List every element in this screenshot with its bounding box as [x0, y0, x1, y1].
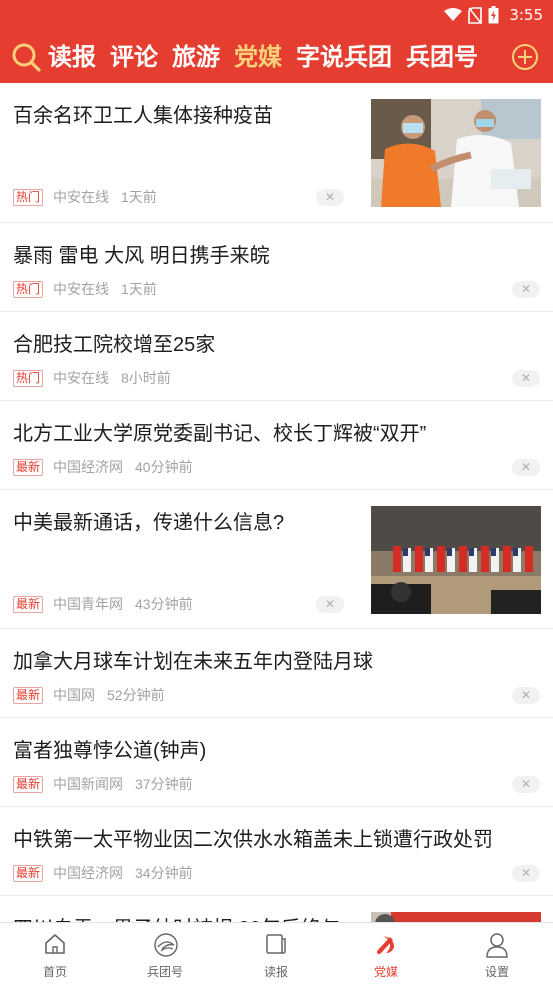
- news-meta: 最新 中国新闻网 37分钟前: [13, 774, 193, 794]
- news-meta: 最新 中国网 52分钟前: [13, 685, 165, 705]
- search-icon[interactable]: [10, 41, 42, 73]
- news-title[interactable]: 中美最新通话，传递什么信息?: [13, 506, 284, 535]
- news-meta: 最新 中国经济网 40分钟前: [13, 457, 193, 477]
- news-title[interactable]: 暴雨 雷电 大风 明日携手来皖: [13, 239, 270, 268]
- news-time: 52分钟前: [107, 687, 165, 703]
- tab-pinglun[interactable]: 评论: [110, 31, 158, 83]
- vaccination-photo: [371, 99, 541, 207]
- news-time: 8小时前: [121, 370, 171, 386]
- news-meta: 最新 中国青年网 43分钟前: [13, 594, 193, 614]
- news-feed: 百余名环卫工人集体接种疫苗 热门 中安在线 1天前 ✕ 暴雨 雷电 大风 明日携…: [0, 83, 553, 922]
- news-title[interactable]: 四川自贡：男子幼时被拐 32年后终与: [13, 912, 341, 922]
- tab-dubao[interactable]: 读报: [48, 31, 96, 83]
- hot-badge: 热门: [13, 188, 44, 206]
- news-time: 37分钟前: [135, 776, 193, 792]
- news-time: 43分钟前: [135, 596, 193, 612]
- news-item[interactable]: 中美最新通话，传递什么信息? 最新 中国青年网 43分钟前 ✕: [0, 490, 553, 629]
- new-badge: 最新: [13, 686, 44, 704]
- news-source: 中安在线: [53, 281, 110, 297]
- dismiss-button[interactable]: ✕: [512, 865, 540, 882]
- hot-badge: 热门: [13, 280, 44, 298]
- dismiss-button[interactable]: ✕: [512, 459, 540, 476]
- news-item[interactable]: 合肥技工院校增至25家 热门 中安在线 8小时前 ✕: [0, 312, 553, 401]
- dismiss-button[interactable]: ✕: [512, 776, 540, 793]
- dismiss-button[interactable]: ✕: [512, 370, 540, 387]
- tab-bingtuanhao[interactable]: 兵团号: [406, 31, 478, 83]
- news-source: 中国网: [53, 687, 96, 703]
- news-meta: 热门 中安在线 1天前: [13, 187, 157, 207]
- new-badge: 最新: [13, 595, 44, 613]
- news-time: 1天前: [121, 189, 157, 205]
- flags-press-photo: [371, 506, 541, 614]
- bingtuan-logo-icon: [154, 933, 178, 957]
- tab-home[interactable]: 首页: [0, 923, 110, 984]
- news-source: 中国经济网: [53, 865, 124, 881]
- tab-dubao-label: 读报: [263, 965, 288, 979]
- tab-lvyou[interactable]: 旅游: [172, 31, 220, 83]
- no-sim-icon: [468, 6, 483, 24]
- battery-icon: [488, 6, 499, 24]
- dismiss-button[interactable]: ✕: [512, 687, 540, 704]
- news-time: 40分钟前: [135, 459, 193, 475]
- tab-dangmei-label: 党媒: [373, 965, 398, 979]
- news-time: 34分钟前: [135, 865, 193, 881]
- news-title[interactable]: 百余名环卫工人集体接种疫苗: [13, 99, 273, 128]
- status-time: 3:55: [509, 6, 543, 24]
- new-badge: 最新: [13, 775, 44, 793]
- news-source: 中国经济网: [53, 459, 124, 475]
- news-item[interactable]: 暴雨 雷电 大风 明日携手来皖 热门 中安在线 1天前 ✕: [0, 223, 553, 312]
- party-emblem-icon: [377, 936, 394, 954]
- news-source: 中安在线: [53, 189, 110, 205]
- home-icon: [45, 934, 65, 954]
- channel-tabs: 读报 评论 旅游 党媒 字说兵团 兵团号: [48, 31, 498, 83]
- news-item[interactable]: 北方工业大学原党委副书记、校长丁辉被“双开” 最新 中国经济网 40分钟前 ✕: [0, 401, 553, 490]
- status-icons: 3:55: [444, 5, 543, 25]
- news-item[interactable]: 中铁第一太平物业因二次供水水箱盖未上锁遭行政处罚 最新 中国经济网 34分钟前 …: [0, 807, 553, 896]
- new-badge: 最新: [13, 458, 44, 476]
- news-item[interactable]: 加拿大月球车计划在未来五年内登陆月球 最新 中国网 52分钟前 ✕: [0, 629, 553, 718]
- status-bar: 3:55: [0, 0, 553, 31]
- news-title[interactable]: 加拿大月球车计划在未来五年内登陆月球: [13, 645, 373, 674]
- dismiss-button[interactable]: ✕: [316, 596, 344, 613]
- news-thumbnail[interactable]: [371, 506, 541, 614]
- news-time: 1天前: [121, 281, 157, 297]
- person-icon: [486, 933, 508, 958]
- wifi-icon: [444, 8, 463, 21]
- news-thumbnail[interactable]: [371, 912, 541, 922]
- news-title[interactable]: 富者独尊悖公道(钟声): [13, 734, 206, 763]
- news-item[interactable]: 百余名环卫工人集体接种疫苗 热门 中安在线 1天前 ✕: [0, 83, 553, 223]
- news-thumbnail[interactable]: [371, 99, 541, 207]
- tab-home-label: 首页: [42, 965, 67, 979]
- tab-dangmei-bottom[interactable]: 党媒: [331, 923, 441, 984]
- tab-zishuo-bingtuan[interactable]: 字说兵团: [296, 31, 392, 83]
- tab-bingtuanhao-bottom[interactable]: 兵团号: [110, 923, 220, 984]
- news-source: 中国青年网: [53, 596, 124, 612]
- hot-badge: 热门: [13, 369, 44, 387]
- news-meta: 热门 中安在线 1天前: [13, 279, 157, 299]
- dismiss-button[interactable]: ✕: [316, 189, 344, 206]
- dismiss-button[interactable]: ✕: [512, 281, 540, 298]
- tab-settings[interactable]: 设置: [442, 923, 552, 984]
- news-title[interactable]: 合肥技工院校增至25家: [13, 328, 215, 357]
- news-item[interactable]: 富者独尊悖公道(钟声) 最新 中国新闻网 37分钟前 ✕: [0, 718, 553, 807]
- new-badge: 最新: [13, 864, 44, 882]
- news-source: 中安在线: [53, 370, 110, 386]
- news-source: 中国新闻网: [53, 776, 124, 792]
- news-meta: 热门 中安在线 8小时前: [13, 368, 171, 388]
- tab-bingtuanhao-label: 兵团号: [146, 965, 183, 979]
- news-title[interactable]: 中铁第一太平物业因二次供水水箱盖未上锁遭行政处罚: [13, 823, 493, 852]
- news-photo: [371, 912, 541, 922]
- add-circle-icon[interactable]: [511, 43, 539, 71]
- tab-dangmei[interactable]: 党媒: [234, 31, 282, 83]
- tab-settings-label: 设置: [484, 965, 509, 979]
- newspaper-icon: [266, 934, 286, 954]
- bottom-tab-bar: 首页 兵团号 读报 党媒 设置: [0, 922, 553, 983]
- tab-dubao-bottom[interactable]: 读报: [221, 923, 331, 984]
- top-nav-bar: 读报 评论 旅游 党媒 字说兵团 兵团号: [0, 31, 553, 83]
- news-title[interactable]: 北方工业大学原党委副书记、校长丁辉被“双开”: [13, 417, 426, 446]
- news-item[interactable]: 四川自贡：男子幼时被拐 32年后终与: [0, 896, 553, 922]
- news-meta: 最新 中国经济网 34分钟前: [13, 863, 193, 883]
